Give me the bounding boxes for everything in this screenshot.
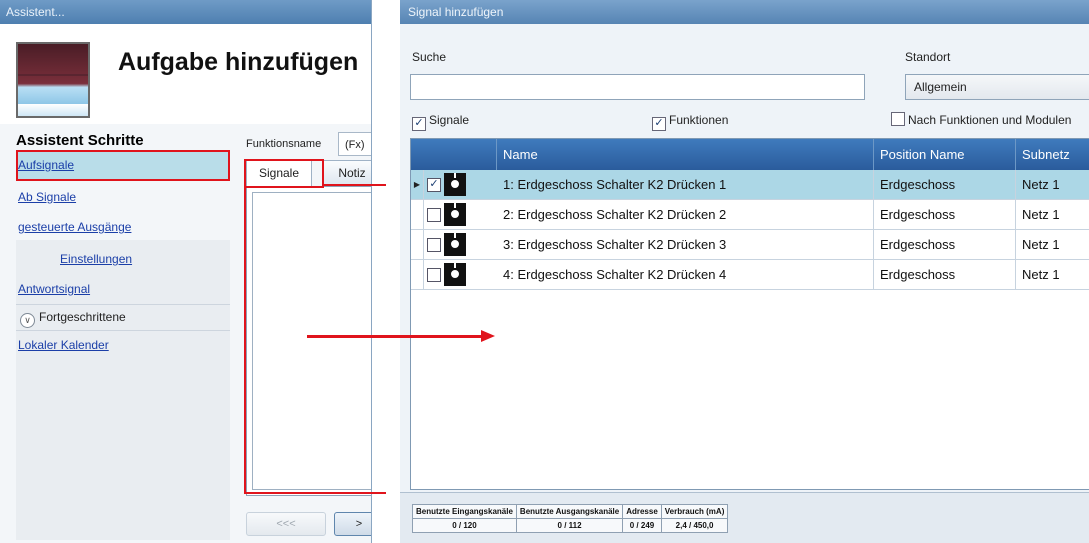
- checkbox-checked-icon[interactable]: ✓: [412, 117, 426, 131]
- row-name: 2: Erdgeschoss Schalter K2 Drücken 2: [497, 200, 874, 229]
- stat-header-output-channels: Benutzte Ausgangskanäle: [515, 504, 624, 519]
- table-row[interactable]: 2: Erdgeschoss Schalter K2 Drücken 2 Erd…: [411, 200, 1089, 230]
- push-button-signal-icon: [444, 263, 466, 286]
- checkbox-icon[interactable]: [891, 112, 905, 126]
- row-name: 1: Erdgeschoss Schalter K2 Drücken 1: [497, 170, 874, 199]
- push-button-signal-icon: [444, 203, 466, 226]
- location-label: Standort: [905, 50, 951, 64]
- function-name-field[interactable]: (Fx): [338, 132, 371, 156]
- nav-aufsignale[interactable]: Aufsignale: [16, 150, 230, 180]
- row-checkbox[interactable]: [427, 208, 441, 222]
- filter-nach-funktionen[interactable]: Nach Funktionen und Modulen: [891, 112, 1071, 128]
- tab-notiz[interactable]: Notiz: [322, 160, 371, 186]
- arrow-shaft: [307, 335, 483, 338]
- window-blind-icon: [16, 42, 90, 118]
- advanced-section-toggle[interactable]: ∨ Fortgeschrittene: [16, 306, 230, 328]
- add-signal-title-bar: Signal hinzufügen: [400, 0, 1089, 24]
- arrow-right-icon: [481, 330, 495, 342]
- table-header: Name Position Name Subnetz: [411, 139, 1089, 170]
- stat-header-input-channels: Benutzte Eingangskanäle: [412, 504, 517, 519]
- filter-signale[interactable]: ✓ Signale: [412, 112, 469, 131]
- wizard-title-bar: Assistent...: [0, 0, 371, 24]
- nav-einstellungen[interactable]: Einstellungen: [16, 244, 230, 274]
- search-label: Suche: [412, 50, 447, 64]
- row-subnet: Netz 1: [1022, 207, 1060, 222]
- table-row[interactable]: 3: Erdgeschoss Schalter K2 Drücken 3 Erd…: [411, 230, 1089, 260]
- push-button-signal-icon: [444, 173, 466, 196]
- row-name: 4: Erdgeschoss Schalter K2 Drücken 4: [497, 260, 874, 289]
- row-subnet: Netz 1: [1022, 267, 1060, 282]
- column-header-name[interactable]: Name: [497, 139, 874, 170]
- row-name: 3: Erdgeschoss Schalter K2 Drücken 3: [497, 230, 874, 259]
- page-title: Aufgabe hinzufügen: [118, 48, 359, 76]
- stat-header-consumption: Verbrauch (mA): [660, 504, 729, 519]
- tab-signale[interactable]: Signale: [246, 160, 312, 186]
- add-signal-window: Signal hinzufügen Suche Standort Allgeme…: [400, 0, 1089, 543]
- row-pointer-icon: ▶: [411, 170, 424, 199]
- location-select[interactable]: Allgemein: [905, 74, 1089, 100]
- callout-line-bottom: [250, 492, 386, 494]
- chevron-down-icon: ∨: [20, 313, 35, 328]
- push-button-signal-icon: [444, 233, 466, 256]
- stat-header-address: Adresse: [622, 504, 662, 519]
- row-subnet: Netz 1: [1022, 177, 1060, 192]
- stat-output-channels: 0 / 112: [515, 518, 624, 533]
- row-checkbox[interactable]: [427, 238, 441, 252]
- signals-list[interactable]: [252, 192, 371, 490]
- filter-funktionen[interactable]: ✓ Funktionen: [652, 112, 728, 131]
- stat-address: 0 / 249: [622, 518, 662, 533]
- nav-ab-signale[interactable]: Ab Signale: [16, 182, 230, 212]
- table-row[interactable]: ▶ ✓ 1: Erdgeschoss Schalter K2 Drücken 1…: [411, 170, 1089, 200]
- steps-title: Assistent Schritte: [16, 132, 144, 149]
- column-header-subnet[interactable]: Subnetz: [1016, 139, 1089, 170]
- resource-usage-table: Benutzte Eingangskanäle Benutzte Ausgang…: [412, 504, 729, 533]
- nav-lokaler-kalender[interactable]: Lokaler Kalender: [16, 330, 230, 360]
- next-button[interactable]: >: [334, 512, 371, 536]
- row-position: Erdgeschoss: [874, 260, 1016, 289]
- row-subnet: Netz 1: [1022, 237, 1060, 252]
- callout-line-top: [322, 184, 386, 186]
- table-row[interactable]: 4: Erdgeschoss Schalter K2 Drücken 4 Erd…: [411, 260, 1089, 290]
- checkbox-checked-icon[interactable]: ✓: [652, 117, 666, 131]
- signals-table: Name Position Name Subnetz ▶ ✓ 1: Erdges…: [410, 138, 1089, 490]
- wizard-window: Assistent... Aufgabe hinzufügen Assisten…: [0, 0, 372, 543]
- previous-button[interactable]: <<<: [246, 512, 326, 536]
- nav-antwortsignal[interactable]: Antwortsignal: [16, 274, 230, 304]
- row-position: Erdgeschoss: [874, 200, 1016, 229]
- row-position: Erdgeschoss: [874, 170, 1016, 199]
- row-position: Erdgeschoss: [874, 230, 1016, 259]
- stat-consumption: 2,4 / 450,0: [660, 518, 729, 533]
- row-checkbox[interactable]: [427, 268, 441, 282]
- stat-input-channels: 0 / 120: [412, 518, 517, 533]
- search-input[interactable]: [410, 74, 865, 100]
- nav-gesteuerte-ausgaenge[interactable]: gesteuerte Ausgänge: [16, 212, 230, 242]
- function-name-label: Funktionsname: [246, 138, 322, 150]
- row-checkbox[interactable]: ✓: [427, 178, 441, 192]
- advanced-label: Fortgeschrittene: [39, 310, 126, 324]
- column-header-position[interactable]: Position Name: [874, 139, 1016, 170]
